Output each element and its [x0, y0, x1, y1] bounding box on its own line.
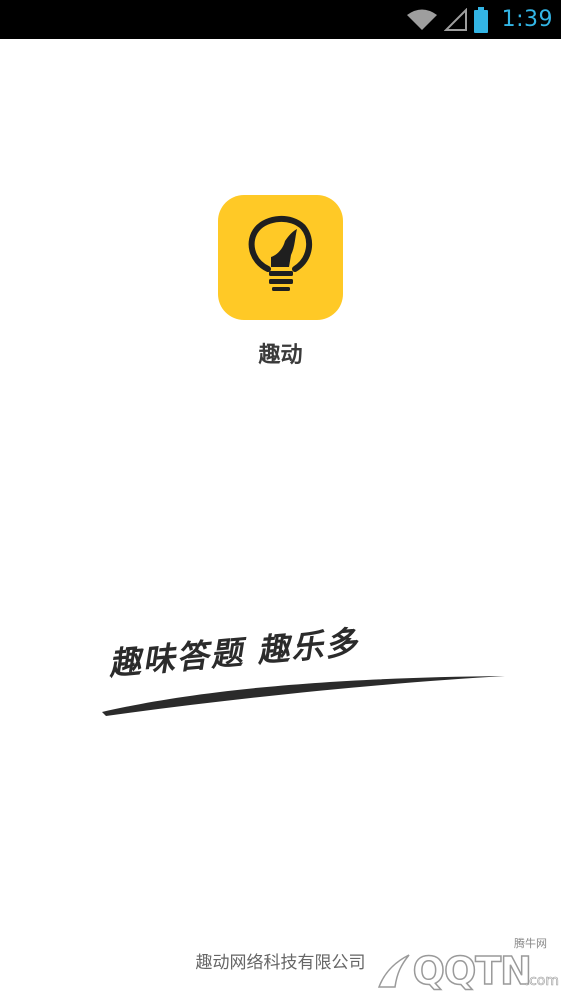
app-logo [218, 195, 343, 320]
watermark-logo: QQTN [412, 948, 533, 994]
status-icons: 1:39 [406, 0, 553, 39]
lightbulb-icon [241, 211, 321, 305]
watermark-cn-label: 腾牛网 [514, 937, 547, 950]
slogan: 趣味答题 趣乐多 [100, 610, 510, 720]
watermark-mark-icon [375, 951, 411, 995]
watermark-suffix: .com [524, 973, 559, 990]
status-time: 1:39 [501, 7, 553, 32]
wifi-icon [406, 8, 438, 32]
signal-icon [443, 7, 468, 32]
brush-stroke [102, 676, 505, 716]
watermark: QQTN .com 腾牛网 [341, 937, 561, 999]
app-name: 趣动 [258, 343, 303, 368]
status-bar: 1:39 [0, 0, 561, 39]
battery-icon [473, 6, 488, 33]
